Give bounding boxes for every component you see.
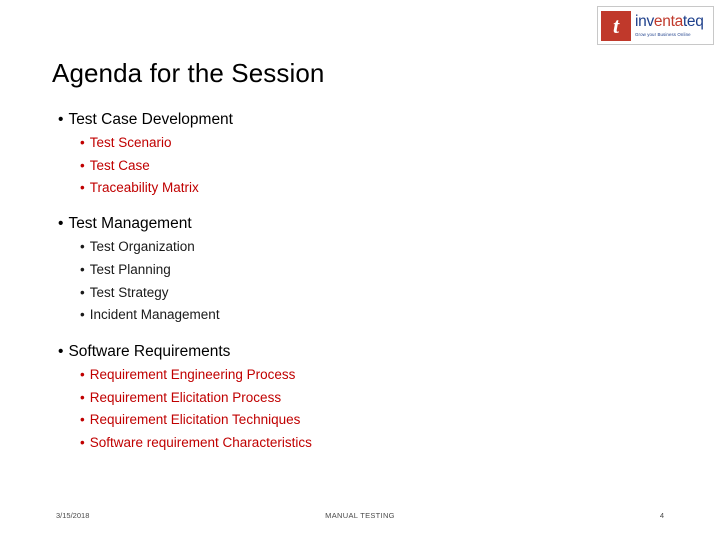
bullet-level1: • Software Requirements (52, 342, 672, 362)
bullet-icon: • (80, 412, 85, 428)
bullet-level1: • Test Case Development (52, 110, 672, 130)
logo-mark-icon: t (601, 10, 631, 41)
bullet-icon: • (58, 342, 64, 360)
bullet-level2: • Test Case (52, 155, 672, 178)
bullet-level2: • Requirement Elicitation Techniques (52, 409, 672, 432)
logo-word-part-a: inv (635, 14, 654, 31)
logo-tagline: Grow your Business Online (635, 31, 691, 37)
bullet-icon: • (80, 180, 85, 196)
bullet-level2: • Test Planning (52, 259, 672, 282)
footer-page-number: 4 (659, 511, 664, 520)
bullet-level2-label: Software requirement Characteristics (89, 435, 312, 451)
bullet-level1-label: Software Requirements (68, 342, 231, 360)
bullet-level2-label: Requirement Elicitation Process (89, 389, 282, 405)
bullet-level2-label: Requirement Elicitation Techniques (89, 412, 301, 428)
logo-word-part-b: enta (653, 14, 683, 31)
bullet-icon: • (80, 435, 85, 451)
page-title: Agenda for the Session (52, 58, 325, 88)
bullet-level2-label: Traceability Matrix (89, 180, 199, 196)
logo-wordmark: inventateq (635, 14, 704, 30)
bullet-level2-label: Test Strategy (89, 284, 169, 300)
bullet-icon: • (80, 389, 85, 405)
bullet-level2: • Incident Management (52, 304, 672, 327)
bullet-level2: • Test Scenario (52, 132, 672, 155)
bullet-level2: • Requirement Engineering Process (52, 364, 672, 387)
bullet-level2-label: Requirement Engineering Process (89, 367, 296, 383)
bullet-icon: • (80, 367, 85, 383)
bullet-level2: • Requirement Elicitation Process (52, 387, 672, 410)
bullet-level2: • Traceability Matrix (52, 177, 672, 200)
bullet-icon: • (80, 284, 85, 300)
logo-mark-letter: t (612, 12, 620, 38)
bullet-level2-label: Test Organization (89, 239, 195, 255)
bullet-icon: • (80, 157, 85, 173)
bullet-icon: • (80, 135, 85, 151)
bullet-level2-label: Incident Management (89, 307, 220, 323)
bullet-level2: • Test Strategy (52, 282, 672, 305)
bullet-level2: • Test Organization (52, 236, 672, 259)
bullet-level1-label: Test Management (68, 215, 192, 233)
bullet-level1-label: Test Case Development (68, 111, 233, 128)
logo-text: inventateq Grow your Business Online (635, 14, 704, 37)
bullet-icon: • (80, 239, 85, 255)
bullet-level2: • Software requirement Characteristics (52, 432, 672, 455)
bullet-level2-label: Test Scenario (89, 135, 172, 151)
bullet-icon: • (80, 307, 85, 323)
bullet-icon: • (58, 111, 64, 128)
company-logo: t inventateq Grow your Business Online (597, 6, 714, 45)
slide-footer: 3/15/2018 MANUAL TESTING 4 (0, 508, 720, 528)
bullet-level2-label: Test Case (89, 157, 150, 173)
bullet-icon: • (80, 261, 85, 277)
footer-title: MANUAL TESTING (325, 511, 395, 520)
bullet-level1: • Test Management (52, 214, 672, 234)
bullet-icon: • (58, 215, 64, 233)
logo-word-part-c: teq (682, 14, 704, 31)
bullet-level2-label: Test Planning (89, 261, 171, 277)
slide-content: • Test Case Development • Test Scenario • T… (52, 110, 672, 455)
